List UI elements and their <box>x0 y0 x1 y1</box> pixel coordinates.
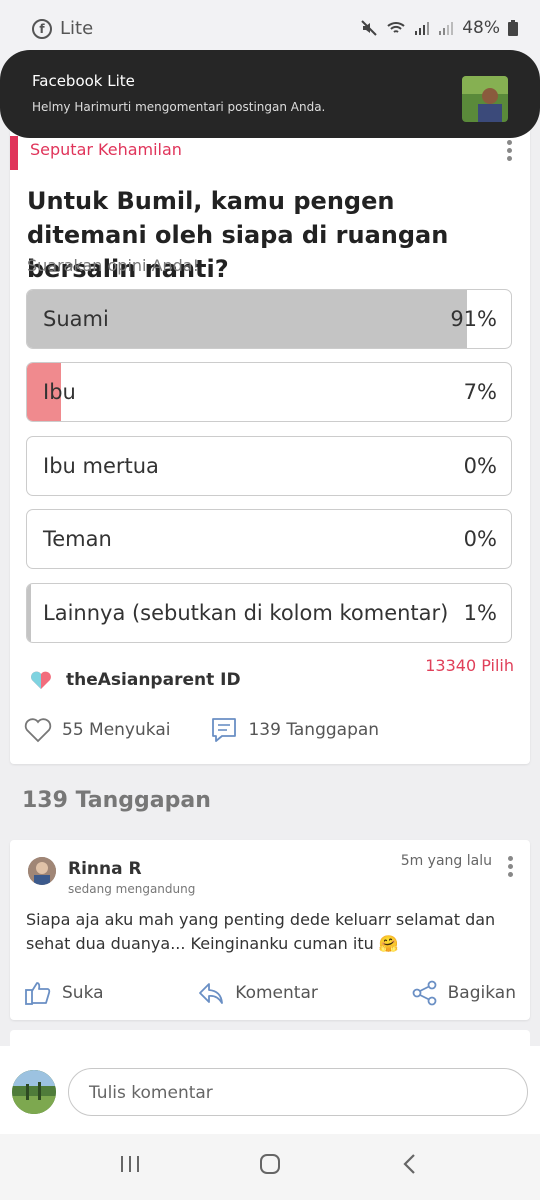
option-label: Suami <box>43 307 109 331</box>
heart-logo-icon <box>31 671 51 689</box>
notification-app: Facebook Lite <box>32 72 135 90</box>
comment-share-label: Bagikan <box>447 983 516 1003</box>
poll-author[interactable]: theAsianparent ID <box>30 670 241 690</box>
responses-button[interactable]: 139 Tanggapan <box>210 716 379 744</box>
notification-text: Helmy Harimurti mengomentari postingan A… <box>32 100 326 114</box>
vote-count: 13340 Pilih <box>425 656 514 675</box>
author-name: theAsianparent ID <box>66 670 241 690</box>
commenter-avatar[interactable] <box>28 857 56 885</box>
commenter-name[interactable]: Rinna R <box>68 859 142 879</box>
poll-category[interactable]: Seputar Kehamilan <box>30 140 182 159</box>
comment-reply-label: Komentar <box>235 983 318 1003</box>
option-label: Lainnya (sebutkan di kolom komentar) <box>43 601 449 625</box>
notification-thumbnail <box>462 76 508 122</box>
option-percent: 1% <box>463 601 497 625</box>
poll-card: Seputar Kehamilan Untuk Bumil, kamu peng… <box>10 128 530 764</box>
more-options-icon[interactable] <box>507 140 513 161</box>
comment-composer: Tulis komentar <box>0 1046 540 1134</box>
comment-share-button[interactable]: Bagikan <box>412 980 516 1006</box>
reply-icon <box>199 983 224 1004</box>
poll-option[interactable]: Lainnya (sebutkan di kolom komentar) 1% <box>26 583 512 643</box>
mute-icon <box>361 20 377 36</box>
response-count: 139 Tanggapan <box>248 720 380 740</box>
home-button[interactable] <box>258 1152 282 1183</box>
notification-banner[interactable]: Facebook Lite Helmy Harimurti mengomenta… <box>0 50 540 138</box>
option-percent: 91% <box>450 307 497 331</box>
user-avatar[interactable] <box>12 1070 56 1114</box>
home-icon <box>260 1154 280 1174</box>
hugging-emoji: 🤗 <box>378 934 399 953</box>
comment-like-label: Suka <box>62 983 104 1003</box>
share-icon <box>412 980 437 1006</box>
comment-like-button[interactable]: Suka <box>24 980 104 1006</box>
poll-subtitle: Suarakan opini Anda! <box>27 256 200 275</box>
back-button[interactable] <box>398 1152 422 1183</box>
option-percent: 7% <box>463 380 497 404</box>
battery-text: 48% <box>462 18 500 38</box>
heart-icon <box>24 718 52 743</box>
back-icon <box>403 1154 415 1174</box>
comment-reply-button[interactable]: Komentar <box>197 980 318 1006</box>
system-nav-bar <box>0 1134 540 1200</box>
option-fill-bar <box>27 584 31 642</box>
poll-option[interactable]: Suami 91% <box>26 289 512 349</box>
comment-actions: Suka Komentar Bagikan <box>24 980 516 1006</box>
option-percent: 0% <box>463 454 497 478</box>
comment-body: Siapa aja aku mah yang penting dede kelu… <box>26 910 496 953</box>
thumbs-up-icon <box>25 982 51 1005</box>
signal-2-icon <box>439 22 454 35</box>
comment-input[interactable]: Tulis komentar <box>68 1068 528 1116</box>
poll-option[interactable]: Teman 0% <box>26 509 512 569</box>
recent-apps-icon <box>121 1156 139 1172</box>
like-button[interactable]: 55 Menyukai <box>24 717 170 743</box>
poll-option[interactable]: Ibu mertua 0% <box>26 436 512 496</box>
category-accent-bar <box>10 136 18 170</box>
facebook-icon: f <box>32 18 52 39</box>
comment-card: Rinna R sedang mengandung 5m yang lalu S… <box>10 840 530 1020</box>
responses-header: 139 Tanggapan <box>22 788 211 813</box>
status-left: f Lite <box>32 18 93 39</box>
like-count: 55 Menyukai <box>62 720 171 740</box>
status-right: 48% <box>360 18 518 38</box>
comment-time: 5m yang lalu <box>400 853 492 869</box>
poll-option[interactable]: Ibu 7% <box>26 362 512 422</box>
recent-apps-button[interactable] <box>118 1152 142 1183</box>
option-percent: 0% <box>463 527 497 551</box>
poll-actions: 55 Menyukai 139 Tanggapan <box>24 716 379 744</box>
battery-icon <box>508 20 518 36</box>
option-label: Teman <box>43 527 112 551</box>
signal-icon <box>415 22 430 35</box>
commenter-status: sedang mengandung <box>68 882 196 896</box>
comment-more-icon[interactable] <box>508 856 514 877</box>
option-label: Ibu <box>43 380 76 404</box>
wifi-icon <box>387 22 405 33</box>
option-label: Ibu mertua <box>43 454 159 478</box>
comment-icon <box>212 718 237 742</box>
comment-text: Siapa aja aku mah yang penting dede kelu… <box>26 908 506 956</box>
app-label: Lite <box>60 18 94 39</box>
